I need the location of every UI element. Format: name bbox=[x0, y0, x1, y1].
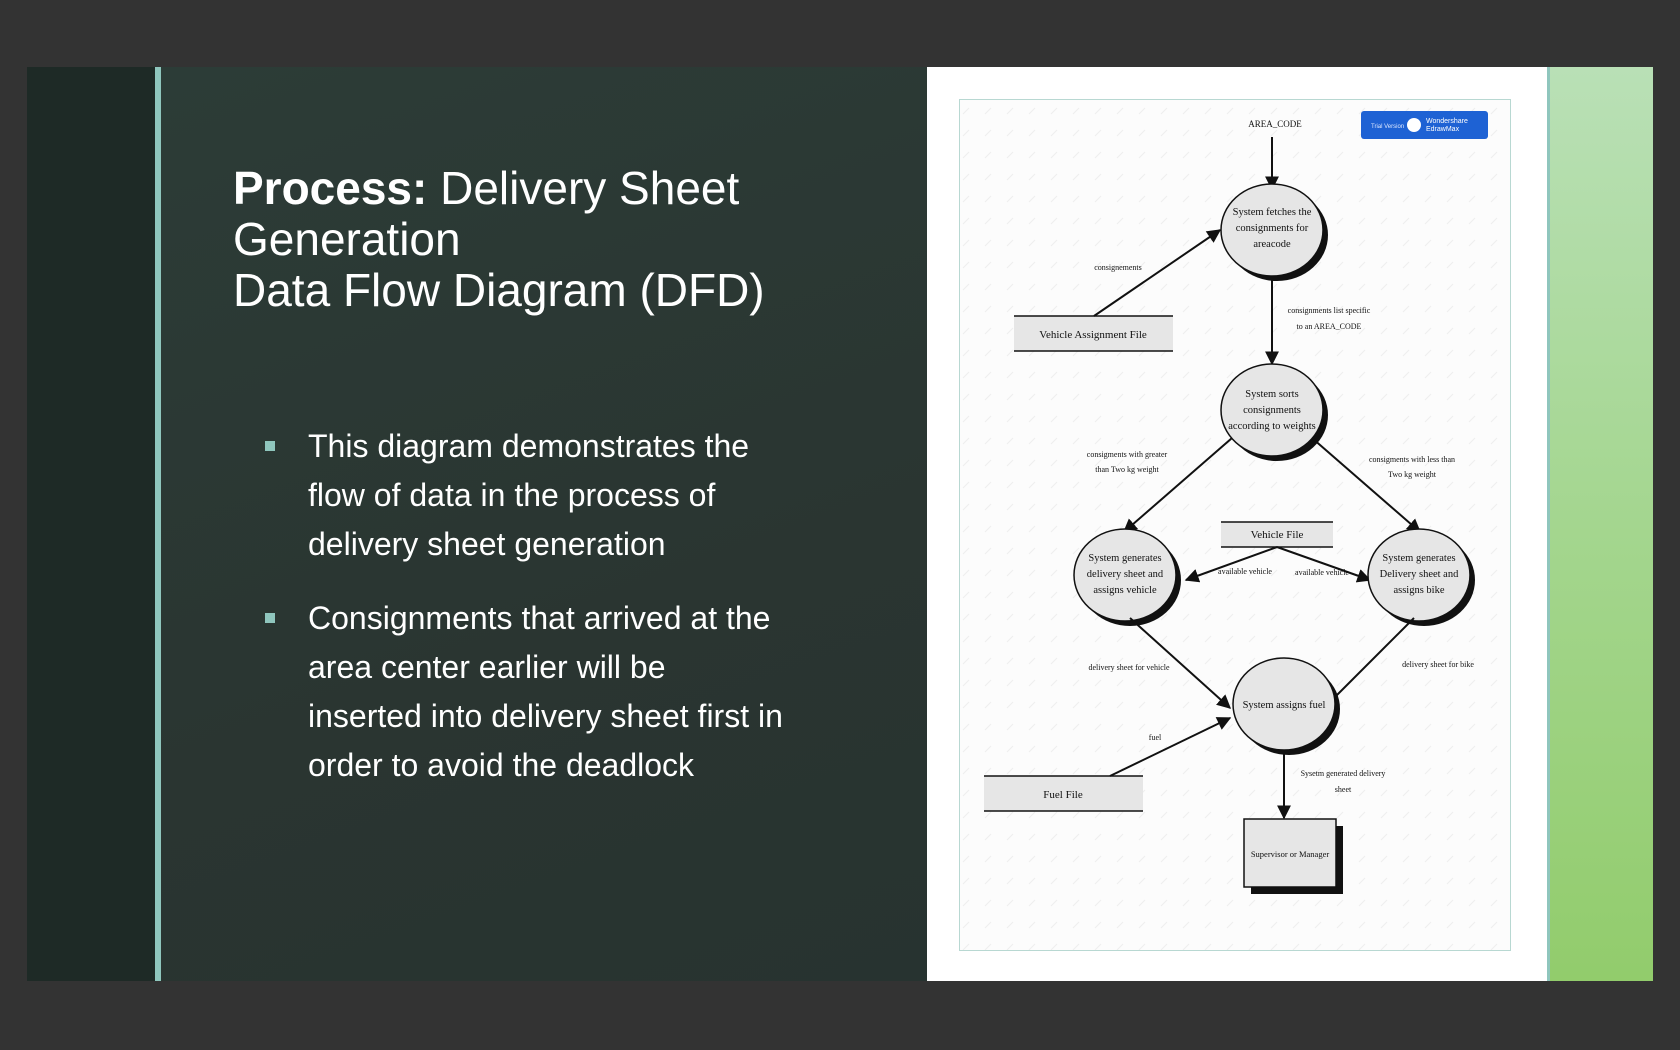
slide-title: Process: Delivery Sheet Generation Data … bbox=[233, 163, 853, 316]
store-vehicle-assignment-file: Vehicle Assignment File bbox=[1014, 315, 1173, 352]
dfd-diagram: Trial Version Wondershare EdrawMax AREA_… bbox=[960, 100, 1510, 950]
bullet-text: This diagram demonstrates the flow of da… bbox=[308, 428, 750, 562]
watermark-brand-1: Wondershare bbox=[1426, 118, 1468, 125]
bullet-list: This diagram demonstrates the flow of da… bbox=[263, 422, 783, 815]
flow-label-fuel: fuel bbox=[1149, 733, 1162, 742]
svg-text:System generates: System generates bbox=[1382, 553, 1455, 564]
slide-left-strip bbox=[27, 67, 155, 981]
svg-text:Vehicle File: Vehicle File bbox=[1251, 529, 1304, 541]
flow-label-greater-2: than Two kg weight bbox=[1095, 465, 1159, 474]
bullet-text: Consignments that arrived at the area ce… bbox=[308, 600, 783, 783]
flow-label-consignments: consignements bbox=[1094, 263, 1142, 272]
diagram-frame: Trial Version Wondershare EdrawMax AREA_… bbox=[959, 99, 1511, 951]
svg-text:areacode: areacode bbox=[1253, 239, 1291, 250]
svg-text:System assigns fuel: System assigns fuel bbox=[1243, 700, 1326, 711]
flow-label-available-left: available vehicle bbox=[1218, 567, 1272, 576]
flow-label-sheet-bike: delivery sheet for bike bbox=[1402, 660, 1474, 669]
title-line-3: Data Flow Diagram (DFD) bbox=[233, 264, 765, 316]
title-bold: Process: bbox=[233, 162, 428, 214]
svg-text:consignments: consignments bbox=[1243, 405, 1301, 416]
slide-right-strip bbox=[1547, 67, 1653, 981]
svg-text:assigns vehicle: assigns vehicle bbox=[1093, 585, 1157, 596]
svg-text:System sorts: System sorts bbox=[1245, 389, 1298, 400]
svg-text:Vehicle Assignment File: Vehicle Assignment File bbox=[1039, 329, 1147, 341]
flow-label-sheet-vehicle: delivery sheet for vehicle bbox=[1088, 663, 1170, 672]
slide-right-strip-line bbox=[1547, 67, 1550, 981]
flow-label-list-specific-2: to an AREA_CODE bbox=[1297, 322, 1362, 331]
bullet-item: Consignments that arrived at the area ce… bbox=[263, 594, 783, 790]
store-vehicle-file: Vehicle File bbox=[1221, 521, 1333, 548]
svg-text:Fuel File: Fuel File bbox=[1043, 789, 1083, 801]
slide: Process: Delivery Sheet Generation Data … bbox=[27, 67, 1653, 981]
svg-text:System generates: System generates bbox=[1088, 553, 1161, 564]
watermark-brand-2: EdrawMax bbox=[1426, 126, 1460, 133]
title-line-1: Delivery Sheet bbox=[427, 162, 740, 214]
flow-label-less-1: consigments with less than bbox=[1369, 455, 1455, 464]
title-line-2: Generation bbox=[233, 213, 461, 265]
svg-text:according to weights: according to weights bbox=[1228, 421, 1315, 432]
svg-text:Supervisor or Manager: Supervisor or Manager bbox=[1251, 849, 1330, 859]
svg-text:delivery sheet and: delivery sheet and bbox=[1087, 569, 1164, 580]
flow-label-less-2: Two kg weight bbox=[1388, 470, 1437, 479]
external-input-area-code: AREA_CODE bbox=[1248, 119, 1302, 129]
svg-text:System fetches the: System fetches the bbox=[1233, 207, 1312, 218]
entity-supervisor-manager: Supervisor or Manager bbox=[1243, 818, 1343, 894]
bullet-square-icon bbox=[265, 613, 275, 623]
bullet-item: This diagram demonstrates the flow of da… bbox=[263, 422, 783, 569]
watermark-tag: Trial Version bbox=[1371, 124, 1404, 130]
svg-text:Delivery sheet and: Delivery sheet and bbox=[1380, 569, 1459, 580]
flow-label-generated-1: Sysetm generated delivery bbox=[1301, 769, 1386, 778]
store-fuel-file: Fuel File bbox=[984, 775, 1143, 812]
bullet-square-icon bbox=[265, 441, 275, 451]
flow-label-available-right: available vehicle bbox=[1295, 568, 1349, 577]
edrawmax-logo-icon bbox=[1407, 118, 1421, 132]
svg-text:assigns bike: assigns bike bbox=[1393, 585, 1444, 596]
edrawmax-watermark: Trial Version Wondershare EdrawMax bbox=[1361, 111, 1488, 139]
flow-label-greater-1: consigments with greater bbox=[1087, 450, 1168, 459]
flow-label-generated-2: sheet bbox=[1335, 785, 1352, 794]
svg-text:consignments for: consignments for bbox=[1236, 223, 1309, 234]
flow-label-list-specific-1: consignments list specific bbox=[1288, 306, 1371, 315]
